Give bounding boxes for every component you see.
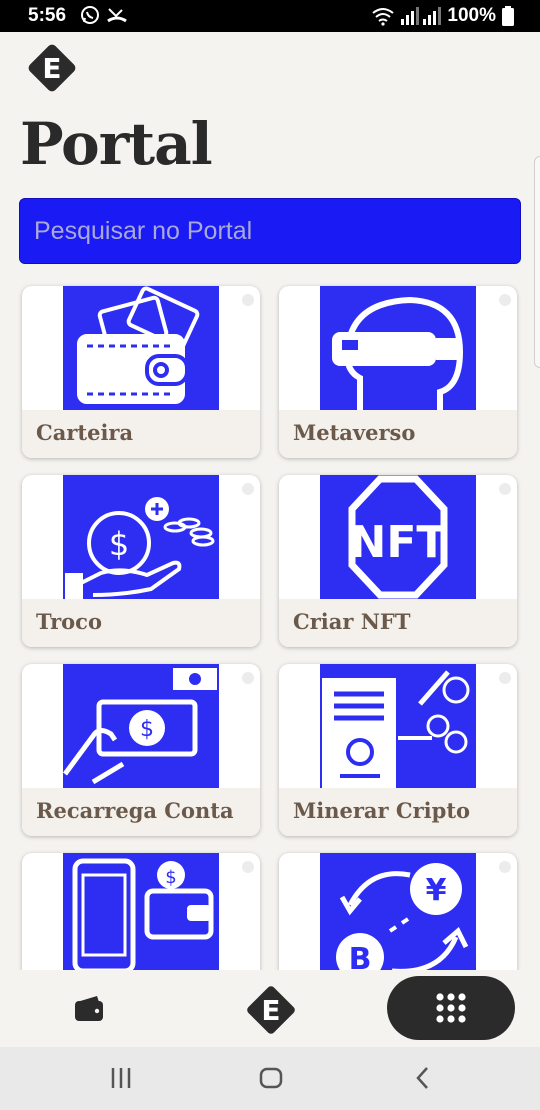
wifi-icon <box>372 8 395 26</box>
whatsapp-icon <box>81 6 99 24</box>
status-bar: 5:56 100% <box>0 0 540 32</box>
svg-text:B: B <box>349 942 372 970</box>
cash-recharge-icon: $ <box>62 664 219 788</box>
card-label: Minerar Cripto <box>293 798 471 823</box>
search-input[interactable] <box>20 199 520 263</box>
card-recarrega-conta[interactable]: $ Recarrega Conta <box>22 664 260 836</box>
logo-icon[interactable]: E <box>24 40 80 96</box>
page-title: Portal <box>20 110 213 178</box>
card-indicator <box>499 294 511 306</box>
wallet-icon <box>63 286 219 410</box>
recents-icon[interactable] <box>110 1065 132 1091</box>
card-criar-nft[interactable]: NFT Criar NFT <box>279 475 517 647</box>
card-indicator <box>499 672 511 684</box>
card-metaverso[interactable]: Metaverso <box>279 286 517 458</box>
coin-hand-icon: $ <box>63 475 219 599</box>
card-indicator <box>499 861 511 873</box>
card-minerar-cripto[interactable]: Minerar Cripto <box>279 664 517 836</box>
svg-text:$: $ <box>109 525 129 563</box>
portal-grid: Carteira Metaverso $ Troco NFT Criar NFT… <box>0 280 540 970</box>
system-navigation-bar <box>0 1047 540 1110</box>
logo-letter: E <box>261 994 280 1027</box>
bottom-navigation: E <box>0 970 540 1048</box>
svg-text:$: $ <box>140 717 154 742</box>
logo-icon[interactable]: E <box>243 982 299 1038</box>
wallet-icon[interactable] <box>73 994 105 1022</box>
crypto-exchange-icon: ¥ B <box>320 853 476 970</box>
back-icon[interactable] <box>414 1065 432 1091</box>
mining-rig-icon <box>320 664 476 788</box>
nft-icon: NFT <box>320 475 476 599</box>
card-carteira[interactable]: Carteira <box>22 286 260 458</box>
signal-icon <box>401 7 442 25</box>
phone-wallet-icon: $ <box>63 853 219 970</box>
apps-grid-button[interactable] <box>387 976 515 1040</box>
battery-percent: 100% <box>447 5 496 26</box>
card-label: Metaverso <box>293 420 416 445</box>
status-time: 5:56 <box>28 5 67 26</box>
battery-icon <box>502 6 514 26</box>
search-bar[interactable] <box>19 198 521 264</box>
card-indicator <box>242 861 254 873</box>
card-indicator <box>242 294 254 306</box>
svg-text:¥: ¥ <box>426 873 447 908</box>
apps-grid-icon <box>436 993 466 1023</box>
card-troco[interactable]: $ Troco <box>22 475 260 647</box>
card-indicator <box>242 672 254 684</box>
missed-call-icon <box>107 8 127 23</box>
card-indicator <box>242 483 254 495</box>
svg-text:$: $ <box>165 867 176 888</box>
card-label: Recarrega Conta <box>36 798 234 823</box>
card-label: Criar NFT <box>293 609 411 634</box>
logo-letter: E <box>42 52 61 85</box>
card-label: Troco <box>36 609 102 634</box>
vr-headset-icon <box>320 286 476 410</box>
home-icon[interactable] <box>259 1065 283 1091</box>
card-crypto-exchange[interactable]: ¥ B <box>279 853 517 970</box>
svg-text:NFT: NFT <box>350 517 447 568</box>
card-indicator <box>499 483 511 495</box>
card-label: Carteira <box>36 420 134 445</box>
card-phone-wallet[interactable]: $ <box>22 853 260 970</box>
